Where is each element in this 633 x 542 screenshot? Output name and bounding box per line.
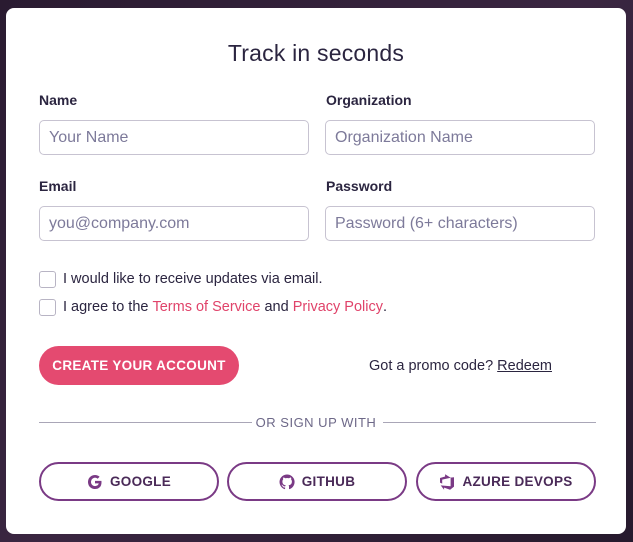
promo-code-label: Got a promo code?: [369, 358, 498, 374]
form-title: Track in seconds: [227, 40, 405, 66]
google-label: GOOGLE: [109, 474, 172, 489]
github-signup-button[interactable]: GITHUB: [227, 462, 407, 501]
updates-checkbox-row: I would like to receive updates via emai…: [39, 270, 323, 288]
email-input[interactable]: [39, 206, 309, 241]
google-icon: [87, 474, 103, 490]
agree-checkbox-row: I agree to the Terms of Service and Priv…: [39, 298, 387, 316]
updates-checkbox[interactable]: [39, 270, 56, 288]
create-account-button[interactable]: CREATE YOUR ACCOUNT: [39, 346, 239, 385]
promo-code-text: Got a promo code? Redeem: [369, 358, 552, 374]
updates-checkbox-label: I would like to receive updates via emai…: [63, 271, 323, 287]
github-icon: [279, 473, 295, 490]
name-input[interactable]: [39, 120, 309, 155]
email-label: Email: [39, 178, 77, 194]
organization-input[interactable]: [325, 120, 595, 155]
azure-devops-label: AZURE DEVOPS: [462, 474, 573, 489]
redeem-link[interactable]: Redeem: [497, 358, 552, 374]
privacy-policy-link[interactable]: Privacy Policy: [293, 299, 383, 315]
agree-checkbox[interactable]: [39, 298, 56, 316]
divider-right: [383, 422, 596, 423]
agree-text-suffix: .: [382, 299, 387, 315]
signup-card: Track in seconds Name Organization Email…: [6, 8, 626, 534]
terms-of-service-link[interactable]: Terms of Service: [152, 299, 260, 315]
azure-devops-signup-button[interactable]: AZURE DEVOPS: [416, 462, 596, 501]
name-label: Name: [39, 92, 78, 108]
password-label: Password: [326, 178, 393, 194]
organization-label: Organization: [326, 92, 412, 108]
google-signup-button[interactable]: GOOGLE: [39, 462, 219, 501]
github-label: GITHUB: [301, 474, 356, 489]
password-input[interactable]: [325, 206, 595, 241]
azure-devops-icon: [439, 473, 455, 490]
agree-text-prefix: I agree to the: [63, 299, 153, 315]
agree-text-middle: and: [260, 299, 293, 315]
